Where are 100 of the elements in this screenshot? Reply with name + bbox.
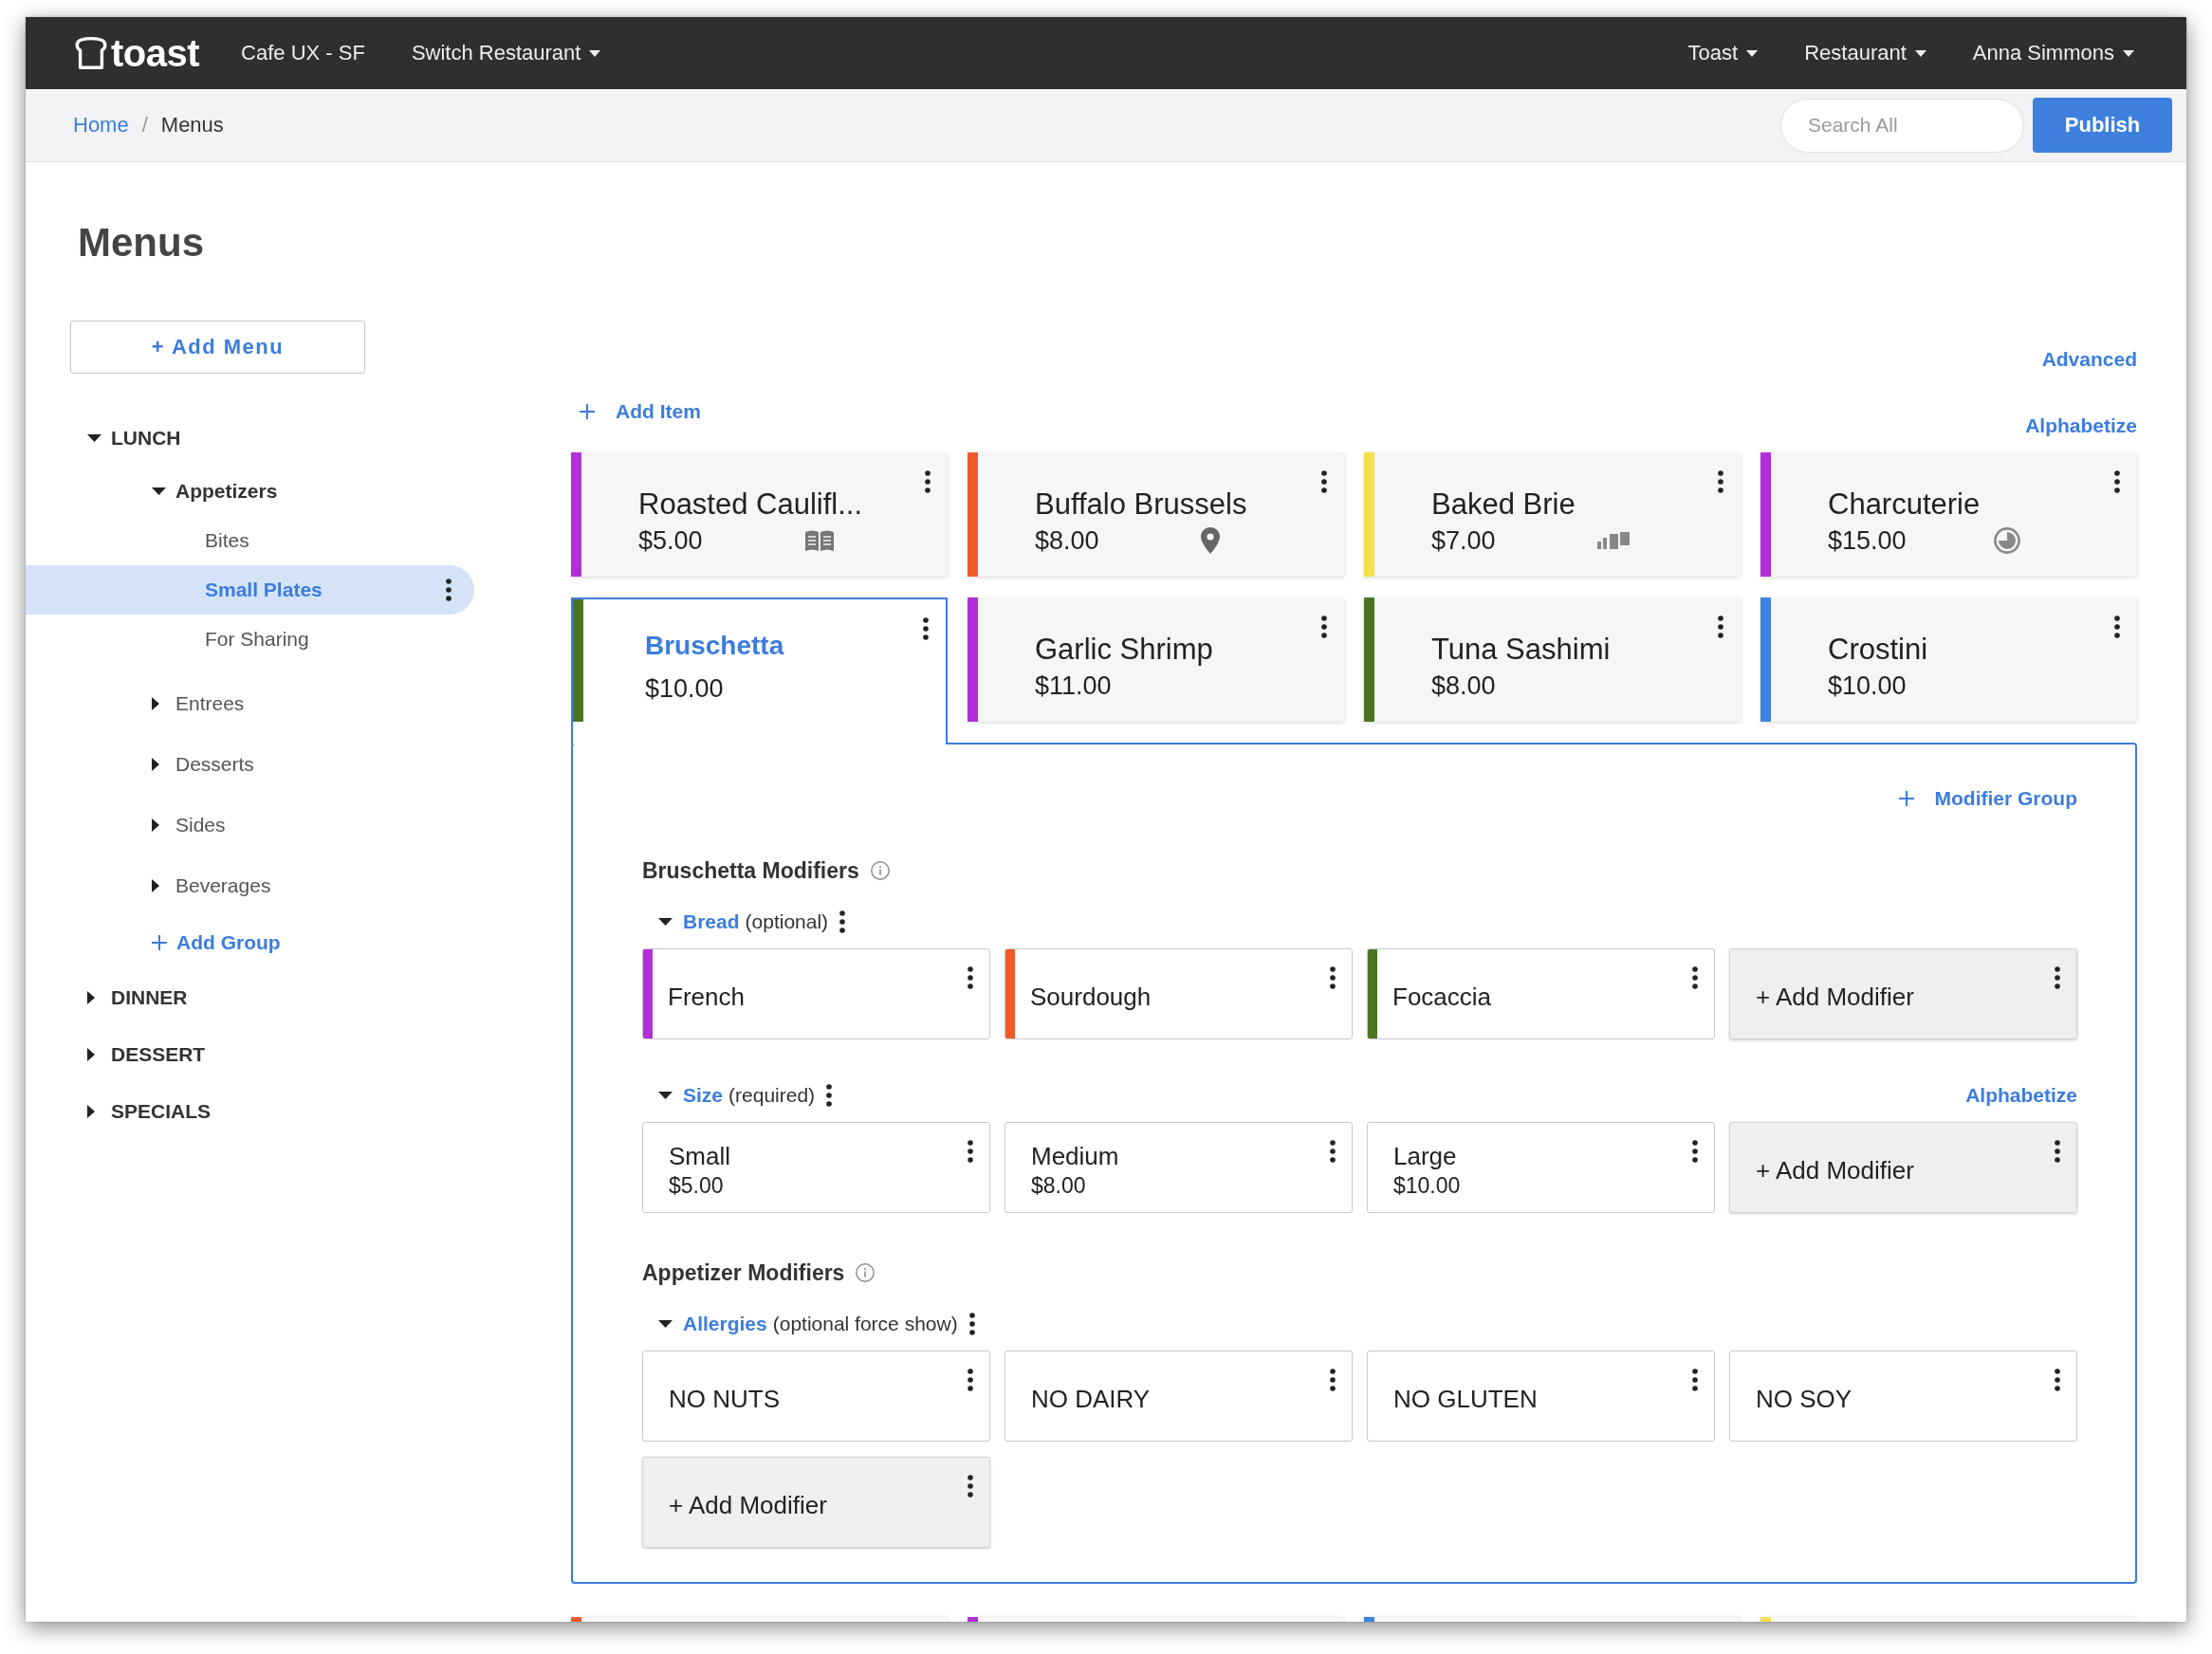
modifier-card[interactable]: NO NUTS — [642, 1351, 990, 1442]
caret-right-icon[interactable] — [152, 697, 159, 710]
group-name-link[interactable]: Allergies — [683, 1313, 767, 1335]
plus-icon — [1898, 791, 1914, 806]
caret-down-icon[interactable] — [658, 1320, 673, 1328]
caret-right-icon[interactable] — [87, 1105, 95, 1118]
modifier-card[interactable]: NO SOY — [1729, 1351, 2077, 1442]
bars-icon — [1597, 532, 1630, 549]
menu-item-card[interactable]: Garlic Shrimp $11.00 — [968, 597, 1344, 722]
kebab-menu-icon[interactable] — [923, 617, 929, 640]
kebab-menu-icon[interactable] — [2114, 470, 2120, 493]
kebab-menu-icon[interactable] — [446, 579, 452, 601]
menu-item-card[interactable]: Bruschetta $10.00 — [571, 597, 948, 744]
menu-item-card[interactable]: Buffalo Brussels $8.00 — [968, 452, 1344, 577]
location-label: Cafe UX - SF — [241, 41, 365, 65]
modifier-card[interactable]: Focaccia — [1367, 948, 1715, 1039]
group-name-link[interactable]: Size — [683, 1084, 724, 1107]
group-name-link[interactable]: Bread — [683, 910, 740, 933]
kebab-menu-icon[interactable] — [826, 1084, 833, 1107]
kebab-menu-icon[interactable] — [2055, 966, 2060, 989]
modifier-name: NO NUTS — [669, 1384, 780, 1414]
caret-right-icon[interactable] — [87, 1048, 95, 1061]
modifier-card[interactable]: French — [642, 948, 990, 1039]
kebab-menu-icon[interactable] — [1330, 1369, 1336, 1391]
advanced-link[interactable]: Advanced — [2041, 347, 2137, 372]
nav-dropdown[interactable]: Anna Simmons — [1972, 41, 2134, 65]
caret-down-icon[interactable] — [658, 918, 673, 926]
add-modifier-group-link[interactable]: Modifier Group — [1898, 786, 2077, 811]
tree-item[interactable]: For Sharing — [205, 628, 309, 651]
modifier-name: Focaccia — [1392, 982, 1492, 1012]
kebab-menu-icon[interactable] — [1692, 966, 1698, 989]
add-item-link[interactable]: Add Item — [580, 399, 701, 424]
kebab-menu-icon[interactable] — [1321, 470, 1327, 493]
kebab-menu-icon[interactable] — [968, 966, 973, 989]
caret-right-icon[interactable] — [152, 818, 159, 832]
kebab-menu-icon[interactable] — [2114, 616, 2120, 638]
kebab-menu-icon[interactable] — [1330, 1140, 1336, 1163]
home-logo[interactable]: toast — [73, 31, 200, 75]
kebab-menu-icon[interactable] — [968, 1369, 973, 1391]
add-modifier-button[interactable]: + Add Modifier — [1729, 948, 2077, 1039]
menu-item-card[interactable]: Charcuterie $15.00 — [1760, 452, 2137, 577]
switch-restaurant-dropdown[interactable]: Switch Restaurant — [411, 41, 601, 65]
page-title: Menus — [78, 219, 204, 266]
caret-down-icon[interactable] — [87, 434, 101, 442]
tree-item[interactable]: Entrees — [152, 692, 245, 715]
kebab-menu-icon[interactable] — [925, 470, 931, 493]
modifier-card[interactable]: Sourdough — [1005, 948, 1353, 1039]
nav-dropdown[interactable]: Toast — [1687, 41, 1759, 65]
kebab-menu-icon[interactable] — [1330, 966, 1336, 989]
kebab-menu-icon[interactable] — [839, 910, 846, 933]
tree-item[interactable]: Desserts — [152, 753, 254, 776]
search-field[interactable]: Search All — [1780, 98, 2024, 153]
kebab-menu-icon[interactable] — [2055, 1140, 2060, 1163]
add-menu-button[interactable]: + Add Menu — [70, 321, 365, 374]
caret-down-icon[interactable] — [152, 487, 166, 495]
menu-item-card[interactable]: Crostini $10.00 — [1760, 597, 2137, 722]
kebab-menu-icon[interactable] — [2055, 1369, 2060, 1391]
kebab-menu-icon[interactable] — [968, 1313, 975, 1335]
info-icon[interactable] — [870, 861, 890, 880]
add-group-link[interactable]: Add Group — [152, 931, 281, 954]
kebab-menu-icon[interactable] — [1718, 470, 1724, 493]
info-icon[interactable] — [856, 1263, 876, 1282]
menu-item-card[interactable]: Roasted Caulifl... $5.00 — [571, 452, 948, 577]
caret-right-icon[interactable] — [152, 758, 159, 771]
modifier-card[interactable]: NO DAIRY — [1005, 1351, 1353, 1442]
kebab-menu-icon[interactable] — [1718, 616, 1724, 638]
modifier-card[interactable]: Small $5.00 — [642, 1122, 990, 1213]
tree-item[interactable]: Appetizers — [152, 480, 278, 503]
kebab-menu-icon[interactable] — [968, 1140, 973, 1163]
menu-item-card[interactable]: Baked Brie $7.00 — [1364, 452, 1741, 577]
caret-down-icon — [1914, 49, 1926, 57]
kebab-menu-icon[interactable] — [968, 1475, 973, 1498]
publish-button[interactable]: Publish — [2033, 98, 2172, 153]
modifier-card[interactable]: NO GLUTEN — [1367, 1351, 1715, 1442]
alphabetize-link[interactable]: Alphabetize — [1965, 1083, 2077, 1108]
tree-item[interactable]: Beverages — [152, 874, 271, 897]
breadcrumb-link[interactable]: Home — [73, 113, 129, 138]
caret-down-icon — [1746, 49, 1759, 57]
menu-item-card[interactable]: Tuna Sashimi $8.00 — [1364, 597, 1741, 722]
add-modifier-button[interactable]: + Add Modifier — [1729, 1122, 2077, 1213]
nav-dropdown[interactable]: Restaurant — [1804, 41, 1926, 65]
tree-item[interactable]: DINNER — [87, 986, 188, 1009]
kebab-menu-icon[interactable] — [1692, 1140, 1698, 1163]
caret-down-icon[interactable] — [658, 1092, 673, 1099]
tree-item[interactable]: Sides — [152, 814, 226, 836]
tree-item[interactable]: Bites — [205, 529, 249, 552]
caret-right-icon[interactable] — [87, 991, 95, 1004]
plus-icon — [580, 404, 595, 419]
modifier-card[interactable]: Large $10.00 — [1367, 1122, 1715, 1213]
tree-item[interactable]: DESSERT — [87, 1043, 206, 1066]
tree-item[interactable]: SPECIALS — [87, 1100, 212, 1123]
section-title: Bruschetta Modifiers — [642, 858, 859, 883]
caret-right-icon[interactable] — [152, 879, 159, 892]
kebab-menu-icon[interactable] — [1321, 616, 1327, 638]
modifier-name: Large — [1393, 1141, 1457, 1171]
modifier-card[interactable]: Medium $8.00 — [1005, 1122, 1353, 1213]
add-modifier-button[interactable]: + Add Modifier — [642, 1457, 990, 1548]
kebab-menu-icon[interactable] — [1692, 1369, 1698, 1391]
tree-item[interactable]: LUNCH — [87, 427, 181, 450]
alphabetize-link[interactable]: Alphabetize — [2025, 414, 2137, 438]
